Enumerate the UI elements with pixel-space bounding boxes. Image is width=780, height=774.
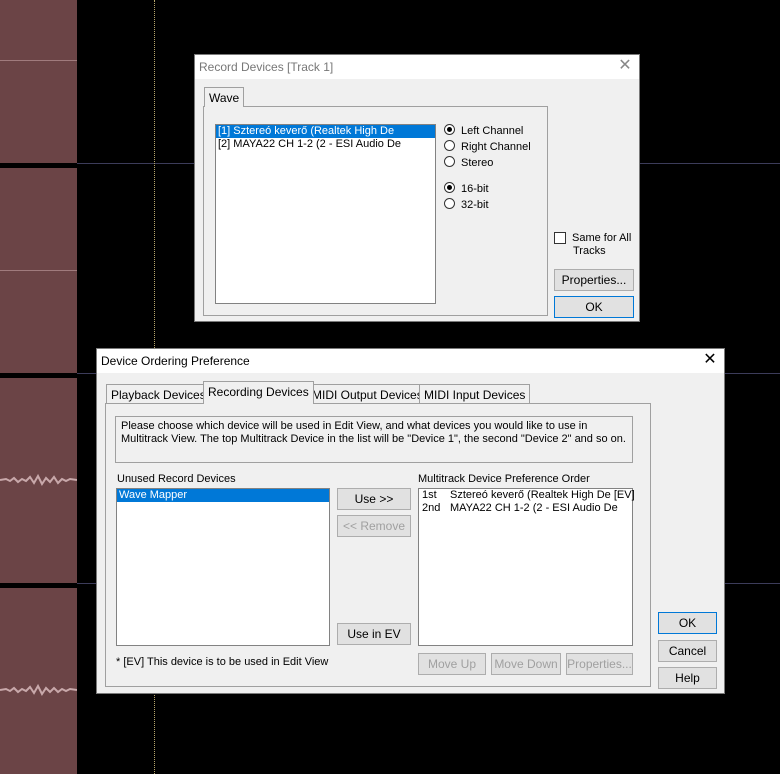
preference-item[interactable]: 2nd MAYA22 CH 1-2 (2 - ESI Audio De — [419, 502, 632, 515]
same-for-all-label: Same for All — [572, 232, 632, 244]
tab-midi-input-devices[interactable]: MIDI Input Devices — [419, 384, 531, 403]
track-divider — [0, 270, 77, 271]
track-divider — [0, 60, 77, 61]
tab-wave[interactable]: Wave — [204, 87, 245, 107]
tab-midi-output-devices[interactable]: MIDI Output Devices — [307, 384, 428, 403]
radio-icon — [444, 156, 455, 167]
tab-label: MIDI Input Devices — [424, 388, 526, 402]
use-button[interactable]: Use >> — [337, 488, 411, 510]
unused-devices-label: Unused Record Devices — [117, 473, 236, 485]
16bit-radio[interactable]: 16-bit — [444, 182, 489, 196]
info-text: Please choose which device will be used … — [121, 420, 626, 445]
preference-item[interactable]: 1st Sztereó keverő (Realtek High De [EV] — [419, 489, 635, 502]
preference-device: Sztereó keverő (Realtek High De [EV] — [450, 489, 635, 501]
preference-rank: 1st — [422, 489, 437, 501]
cancel-button[interactable]: Cancel — [658, 640, 717, 662]
dialog-title: Device Ordering Preference — [101, 354, 250, 368]
track-header-1[interactable] — [0, 0, 77, 163]
ok-button[interactable]: OK — [658, 612, 717, 634]
radio-label: 16-bit — [461, 183, 489, 195]
properties-button[interactable]: Properties... — [566, 653, 633, 675]
radio-selected-icon — [444, 124, 455, 135]
tab-label: Wave — [209, 91, 240, 105]
unused-devices-list[interactable]: Wave Mapper — [116, 488, 330, 646]
tab-label: Playback Devices — [111, 388, 206, 402]
ok-button[interactable]: OK — [554, 296, 634, 318]
radio-label: Left Channel — [461, 125, 524, 137]
same-for-all-label-2: Tracks — [573, 245, 606, 257]
32bit-radio[interactable]: 32-bit — [444, 198, 489, 212]
remove-button[interactable]: << Remove — [337, 515, 411, 537]
device-item[interactable]: [1] Sztereó keverő (Realtek High De — [216, 125, 435, 138]
dialog-title: Record Devices [Track 1] — [199, 60, 334, 74]
device-list[interactable]: [1] Sztereó keverő (Realtek High De [2] … — [215, 124, 436, 304]
radio-selected-icon — [444, 182, 455, 193]
radio-label: Right Channel — [461, 141, 531, 153]
tab-label: MIDI Output Devices — [312, 388, 423, 402]
device-item[interactable]: [2] MAYA22 CH 1-2 (2 - ESI Audio De — [216, 138, 435, 151]
right-channel-radio[interactable]: Right Channel — [444, 140, 531, 154]
same-for-all-checkbox[interactable] — [554, 232, 566, 244]
record-devices-dialog: Record Devices [Track 1] ✕ Wave [1] Szte… — [194, 54, 640, 322]
tab-label: Recording Devices — [208, 385, 309, 399]
close-icon[interactable]: ✕ — [702, 351, 718, 369]
stereo-radio[interactable]: Stereo — [444, 156, 493, 170]
move-down-button[interactable]: Move Down — [491, 653, 561, 675]
preference-rank: 2nd — [422, 502, 441, 514]
move-up-button[interactable]: Move Up — [418, 653, 486, 675]
tab-recording-devices[interactable]: Recording Devices — [203, 381, 314, 404]
help-button[interactable]: Help — [658, 667, 717, 689]
radio-label: Stereo — [461, 157, 494, 169]
radio-icon — [444, 198, 455, 209]
left-channel-radio[interactable]: Left Channel — [444, 124, 523, 138]
unused-device-item[interactable]: Wave Mapper — [117, 489, 329, 502]
radio-label: 32-bit — [461, 199, 489, 211]
info-text-box: Please choose which device will be used … — [115, 416, 633, 463]
ev-footnote: * [EV] This device is to be used in Edit… — [116, 656, 329, 668]
tab-playback-devices[interactable]: Playback Devices — [106, 384, 211, 403]
titlebar: Record Devices [Track 1] ✕ — [195, 55, 639, 79]
use-in-ev-button[interactable]: Use in EV — [337, 623, 411, 645]
properties-button[interactable]: Properties... — [554, 269, 634, 291]
waveform — [0, 473, 77, 486]
preference-order-label: Multitrack Device Preference Order — [418, 473, 590, 485]
preference-order-list[interactable]: 1st Sztereó keverő (Realtek High De [EV] … — [418, 488, 635, 646]
titlebar: Device Ordering Preference ✕ — [97, 349, 724, 373]
waveform — [0, 683, 77, 696]
radio-icon — [444, 140, 455, 151]
close-icon[interactable]: ✕ — [617, 57, 633, 75]
device-ordering-dialog: Device Ordering Preference ✕ Playback De… — [96, 348, 725, 694]
preference-device: MAYA22 CH 1-2 (2 - ESI Audio De — [450, 502, 618, 514]
